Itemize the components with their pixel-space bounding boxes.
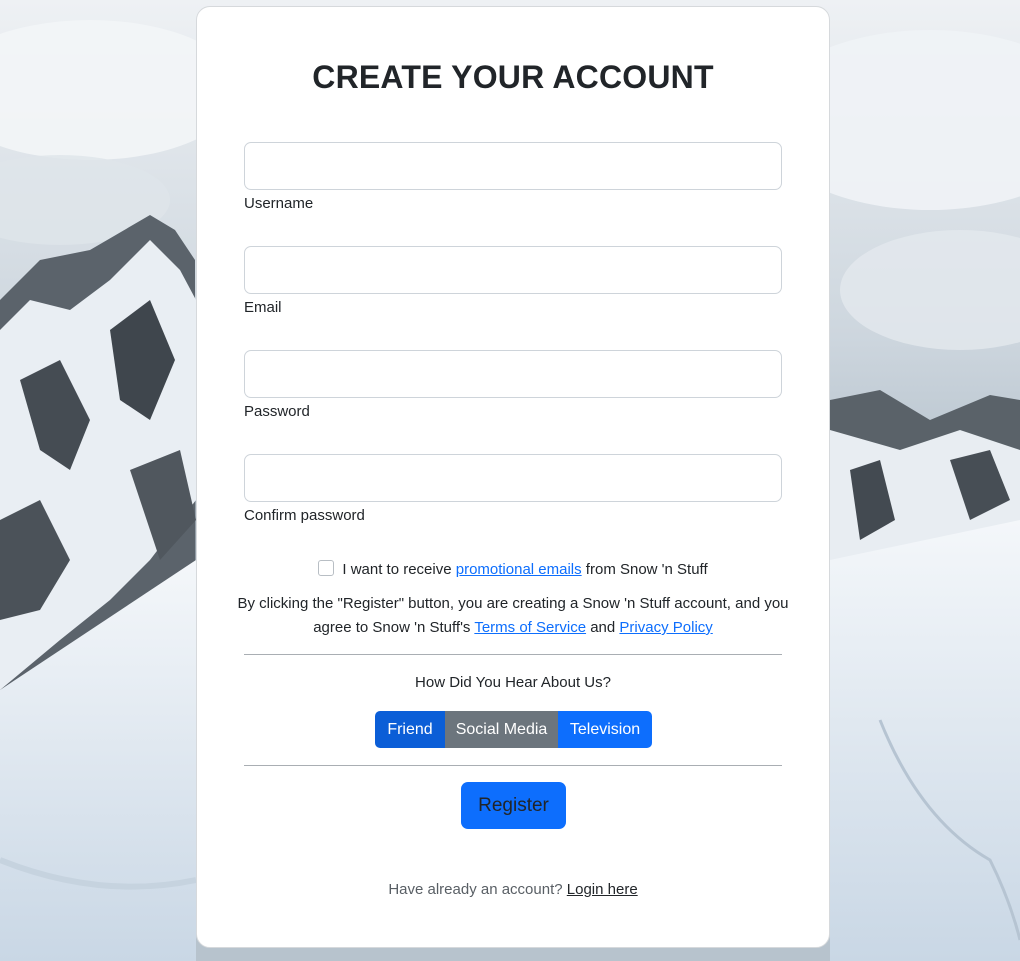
terms-of-service-link[interactable]: Terms of Service	[474, 619, 586, 636]
terms-notice: By clicking the "Register" button, you a…	[237, 592, 789, 640]
register-button[interactable]: Register	[461, 782, 566, 829]
confirm-password-label: Confirm password	[244, 507, 365, 524]
username-label: Username	[244, 195, 314, 212]
confirm-password-group: Confirm password	[244, 454, 782, 524]
page-title: CREATE YOUR ACCOUNT	[312, 59, 714, 95]
email-input[interactable]	[244, 246, 782, 294]
promo-text-prefix: I want to receive	[342, 561, 456, 578]
hear-about-us-options: Friend Social Media Television	[375, 711, 652, 748]
password-label: Password	[244, 403, 310, 420]
promo-text-suffix: from Snow 'n Stuff	[581, 561, 708, 578]
register-card: CREATE YOUR ACCOUNT Username Email Passw…	[196, 6, 830, 948]
confirm-password-input[interactable]	[244, 454, 782, 502]
login-prompt-text: Have already an account?	[388, 881, 567, 898]
login-prompt: Have already an account? Login here	[197, 881, 829, 898]
divider-top	[244, 654, 782, 655]
email-group: Email	[244, 246, 782, 316]
option-television-button[interactable]: Television	[558, 711, 652, 748]
promo-emails-row: I want to receive promotional emails fro…	[197, 560, 829, 578]
password-group: Password	[244, 350, 782, 420]
login-here-link[interactable]: Login here	[567, 881, 638, 898]
terms-and: and	[586, 619, 620, 636]
username-group: Username	[244, 142, 782, 212]
password-input[interactable]	[244, 350, 782, 398]
hear-about-us-label: How Did You Hear About Us?	[415, 674, 611, 691]
promotional-emails-link[interactable]: promotional emails	[456, 561, 582, 578]
privacy-policy-link[interactable]: Privacy Policy	[619, 619, 712, 636]
username-input[interactable]	[244, 142, 782, 190]
email-label: Email	[244, 299, 282, 316]
option-social-media-button[interactable]: Social Media	[445, 711, 558, 748]
divider-bottom	[244, 765, 782, 766]
option-friend-button[interactable]: Friend	[375, 711, 445, 748]
promo-checkbox[interactable]	[318, 560, 335, 576]
